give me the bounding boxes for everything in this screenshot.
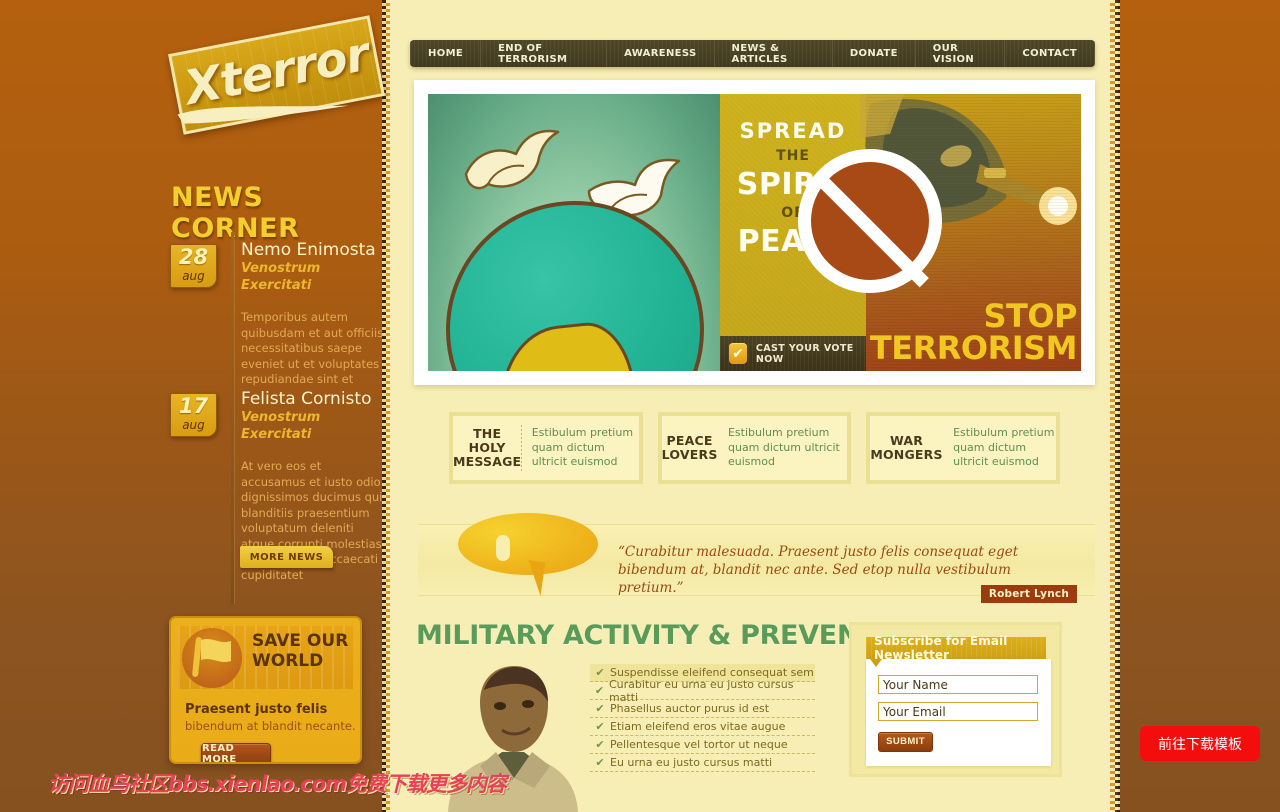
news-title[interactable]: Nemo Enimosta (241, 240, 385, 260)
dove-icon (464, 129, 560, 190)
check-icon: ✔ (595, 738, 605, 751)
promo-heading: Praesent justo felis (185, 702, 328, 717)
nav-item-awareness[interactable]: AWARENESS (607, 40, 715, 67)
hero-stop-terrorism-panel[interactable]: STOP TERRORISM (798, 94, 1081, 371)
news-date-badge: 17 aug (170, 393, 217, 437)
checklist-label: Curabitur eu urna eu justo cursus matti (608, 677, 794, 704)
checklist-item[interactable]: ✔ Eu urna eu justo cursus matti (590, 754, 815, 772)
cast-vote-label: CAST YOUR VOTE NOW (755, 342, 854, 365)
promo-banner-line1: SAVE OUR (252, 631, 349, 651)
newsletter-submit-button[interactable]: SUBMIT (878, 731, 933, 752)
hero-doves-panel[interactable] (428, 94, 720, 371)
checklist-item[interactable]: ✔ Curabitur eu urna eu justo cursus matt… (590, 678, 815, 704)
news-date-day: 17 (178, 394, 209, 418)
news-title[interactable]: Felista Cornisto (241, 389, 385, 409)
newsletter-widget: Subscribe for Email Newsletter SUBMIT (849, 622, 1062, 777)
check-icon: ✔ (594, 684, 605, 697)
feature-title: PEACE LOVERS (661, 433, 718, 462)
speech-bubble-notch (496, 535, 510, 561)
stop-line-1: STOP (983, 297, 1077, 335)
stop-terrorism-text: STOP TERRORISM (869, 297, 1078, 367)
newsletter-header: Subscribe for Email Newsletter (866, 634, 1046, 662)
nav-item-news-articles[interactable]: NEWS & ARTICLES (715, 40, 833, 67)
torn-edge-right-inner (1110, 0, 1115, 812)
nav-item-donate[interactable]: DONATE (833, 40, 916, 67)
newsletter-header-arrow (870, 659, 882, 667)
checklist-item[interactable]: ✔ Etiam eleifend eros vitae augue (590, 718, 815, 736)
peace-line-1: SPREAD (739, 119, 847, 143)
feature-box-war-mongers[interactable]: WAR MONGERS Estibulum pretium quam dictu… (866, 412, 1061, 484)
main-navigation: HOME END OF TERRORISM AWARENESS NEWS & A… (410, 40, 1095, 67)
news-date-badge: 28 aug (170, 244, 217, 288)
hero-banner-inner: SPREAD THE SPIRIT OF PEACE ✔ CAST YOUR V… (428, 94, 1081, 371)
feature-title: THE HOLY MESSAGE (453, 426, 522, 469)
promo-banner-text: SAVE OUR WORLD (252, 631, 348, 671)
news-body: Nemo Enimosta Venostrum Exercitati Tempo… (241, 240, 385, 388)
feature-text: Estibulum pretium quam dictum ultricit e… (531, 426, 634, 469)
checklist-label: Eu urna eu justo cursus matti (610, 756, 773, 769)
promo-read-more-button[interactable]: READ MORE (201, 743, 271, 762)
cast-vote-bar[interactable]: ✔ CAST YOUR VOTE NOW (720, 336, 866, 371)
more-news-button[interactable]: MORE NEWS (240, 546, 333, 568)
check-icon: ✔ (595, 756, 605, 769)
news-date-month: aug (182, 418, 205, 432)
promo-banner-line2: WORLD (252, 651, 324, 671)
hero-banner: SPREAD THE SPIRIT OF PEACE ✔ CAST YOUR V… (414, 80, 1095, 385)
newsletter-form: SUBMIT (866, 659, 1051, 766)
promo-text: bibendum at blandit necante. (185, 719, 356, 733)
check-icon: ✔ (595, 720, 605, 733)
save-our-world-promo: SAVE OUR WORLD Praesent justo felis bibe… (169, 616, 362, 764)
download-template-button[interactable]: 前往下载模板 (1140, 726, 1260, 761)
news-excerpt: Temporibus autem quibusdam et aut offici… (241, 310, 384, 386)
check-icon: ✔ (595, 702, 605, 715)
nav-item-end-of-terrorism[interactable]: END OF TERRORISM (481, 40, 608, 67)
feature-box-peace-lovers[interactable]: PEACE LOVERS Estibulum pretium quam dict… (657, 412, 852, 484)
checklist-label: Etiam eleifend eros vitae augue (610, 720, 786, 733)
feature-text: Estibulum pretium quam dictum ultricit e… (727, 426, 840, 469)
news-date-month: aug (182, 269, 205, 283)
testimonial-author-badge: Robert Lynch (980, 585, 1077, 603)
checklist-label: Pellentesque vel tortor ut neque (610, 738, 788, 751)
checklist-label: Phasellus auctor purus id est (610, 702, 770, 715)
feature-text: Estibulum pretium quam dictum ultricit e… (953, 426, 1055, 469)
stop-line-2: TERRORISM (869, 329, 1078, 367)
feature-box-holy-message[interactable]: THE HOLY MESSAGE Estibulum pretium quam … (449, 412, 643, 484)
military-checklist: ✔ Suspendisse eleifend consequat sem ✔ C… (590, 664, 815, 772)
feature-title: WAR MONGERS (870, 433, 943, 462)
flag-icon (192, 637, 231, 677)
nav-item-home[interactable]: HOME (410, 40, 482, 67)
check-icon: ✔ (595, 666, 605, 679)
site-logo[interactable]: Xterror (168, 8, 385, 158)
feature-box-row: THE HOLY MESSAGE Estibulum pretium quam … (449, 412, 1061, 484)
checkmark-icon[interactable]: ✔ (729, 343, 747, 364)
news-subtitle: Venostrum Exercitati (241, 261, 321, 293)
watermark-text: 访问血鸟社区bbs.xienlao.com免费下载更多内容 (48, 772, 507, 796)
newsletter-email-input[interactable] (878, 702, 1038, 721)
sidebar: Xterror NEWS CORNER 28 aug Nemo Enimosta… (0, 0, 388, 812)
news-date-day: 28 (178, 245, 209, 269)
continent-shape (492, 318, 644, 371)
nav-item-contact[interactable]: CONTACT (1005, 40, 1095, 67)
promo-banner: SAVE OUR WORLD (178, 626, 353, 689)
news-rail-divider (231, 232, 234, 604)
news-subtitle: Venostrum Exercitati (241, 410, 321, 442)
news-corner-heading: NEWS CORNER (171, 182, 300, 244)
newsletter-name-input[interactable] (878, 675, 1038, 694)
testimonial-band: “Curabitur malesuada. Praesent justo fel… (418, 513, 1095, 603)
speech-bubble-tail-icon (523, 559, 546, 597)
nav-item-our-vision[interactable]: OUR VISION (916, 40, 1006, 67)
checklist-item[interactable]: ✔ Pellentesque vel tortor ut neque (590, 736, 815, 754)
